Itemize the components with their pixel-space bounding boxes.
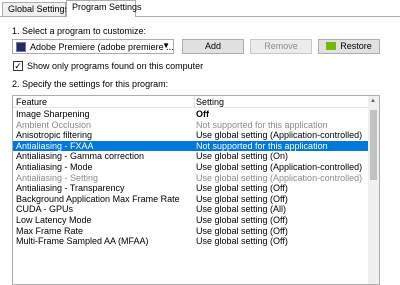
header-setting[interactable]: Setting xyxy=(196,97,224,107)
feature-cell: Antialiasing - Transparency xyxy=(16,183,125,194)
feature-cell: Antialiasing - Gamma correction xyxy=(16,151,145,162)
feature-cell: Ambient Occlusion xyxy=(16,119,92,130)
tab-global-settings[interactable]: Global Settings xyxy=(2,2,69,17)
setting-cell[interactable]: Use global setting (Off) xyxy=(196,226,288,237)
table-row[interactable]: Multi-Frame Sampled AA (MFAA) Use global … xyxy=(13,236,368,247)
table-row[interactable]: CUDA - GPUs Use global setting (All) xyxy=(13,204,368,215)
table-rows: Image Sharpening Off Ambient Occlusion Not … xyxy=(13,109,368,247)
program-select[interactable]: Adobe Premiere (adobe premiere ... ▼ xyxy=(12,39,174,54)
add-button[interactable]: Add xyxy=(182,39,244,54)
feature-cell: Antialiasing - Setting xyxy=(16,172,99,183)
setting-cell[interactable]: Use global setting (All) xyxy=(196,204,286,215)
setting-cell[interactable]: Use global setting (Application-controll… xyxy=(196,162,362,173)
premiere-app-icon xyxy=(16,42,26,52)
table-row[interactable]: Antialiasing - Transparency Use global se… xyxy=(13,183,368,194)
feature-cell: Antialiasing - FXAA xyxy=(16,140,94,151)
feature-cell: Max Frame Rate xyxy=(16,225,84,236)
setting-cell[interactable]: Use global setting (Off) xyxy=(196,236,288,247)
table-row[interactable]: Background Application Max Frame Rate Use… xyxy=(13,194,368,205)
chevron-down-icon: ▼ xyxy=(162,41,170,50)
table-row[interactable]: Max Frame Rate Use global setting (Off) xyxy=(13,226,368,237)
table-header: Feature Setting xyxy=(13,96,368,108)
step2-label: 2. Specify the settings for this program… xyxy=(12,79,169,89)
feature-cell: Anisotropic filtering xyxy=(16,130,93,141)
setting-cell[interactable]: Use global setting (Off) xyxy=(196,183,288,194)
setting-cell[interactable]: Use global setting (Application-controll… xyxy=(196,173,362,184)
feature-cell: Image Sharpening xyxy=(16,109,90,119)
table-row[interactable]: Antialiasing - FXAA Not supported for thi… xyxy=(13,140,368,152)
tab-program-settings[interactable]: Program Settings xyxy=(66,0,142,17)
setting-cell[interactable]: Use global setting (Off) xyxy=(196,194,288,205)
table-row[interactable]: Antialiasing - Setting Use global setting… xyxy=(13,173,368,184)
remove-button[interactable]: Remove xyxy=(250,39,312,54)
feature-cell: Low Latency Mode xyxy=(16,214,92,225)
feature-cell: Multi-Frame Sampled AA (MFAA) xyxy=(16,236,149,247)
setting-cell[interactable]: Use global setting (On) xyxy=(196,151,288,162)
scroll-up-icon[interactable]: ▲ xyxy=(370,98,376,104)
feature-cell: Antialiasing - Mode xyxy=(16,161,93,172)
table-row[interactable]: Image Sharpening Off xyxy=(13,109,368,120)
setting-cell[interactable]: Off xyxy=(196,109,209,120)
program-select-value: Adobe Premiere (adobe premiere ... xyxy=(30,42,174,52)
restore-button[interactable]: Restore xyxy=(318,39,380,54)
scrollbar-thumb[interactable] xyxy=(370,110,377,180)
table-row[interactable]: Anisotropic filtering Use global setting … xyxy=(13,130,368,141)
nvidia-icon xyxy=(326,42,337,50)
table-row[interactable]: Low Latency Mode Use global setting (Off) xyxy=(13,215,368,226)
setting-cell[interactable]: Use global setting (Off) xyxy=(196,215,288,226)
step1-label: 1. Select a program to customize: xyxy=(12,26,147,36)
show-only-checkbox[interactable]: ✓ xyxy=(13,61,23,71)
setting-cell[interactable]: Use global setting (Application-controll… xyxy=(196,130,362,141)
table-row[interactable]: Antialiasing - Gamma correction Use globa… xyxy=(13,151,368,162)
header-divider xyxy=(194,96,195,108)
header-feature[interactable]: Feature xyxy=(16,97,47,107)
restore-button-label: Restore xyxy=(340,41,372,51)
show-only-label: Show only programs found on this compute… xyxy=(27,61,204,71)
feature-cell: Background Application Max Frame Rate xyxy=(16,193,180,204)
vertical-scrollbar[interactable]: ▲ xyxy=(368,96,379,284)
settings-table: Feature Setting Image Sharpening Off Ambie… xyxy=(12,95,380,285)
table-row[interactable]: Ambient Occlusion Not supported for this … xyxy=(13,120,368,131)
feature-cell: CUDA - GPUs xyxy=(16,204,74,215)
settings-tabs: Global Settings Program Settings xyxy=(0,0,400,17)
setting-cell[interactable]: Not supported for this application xyxy=(196,120,328,131)
table-row[interactable]: Antialiasing - Mode Use global setting (A… xyxy=(13,162,368,173)
setting-cell[interactable]: Not supported for this application xyxy=(196,141,328,152)
